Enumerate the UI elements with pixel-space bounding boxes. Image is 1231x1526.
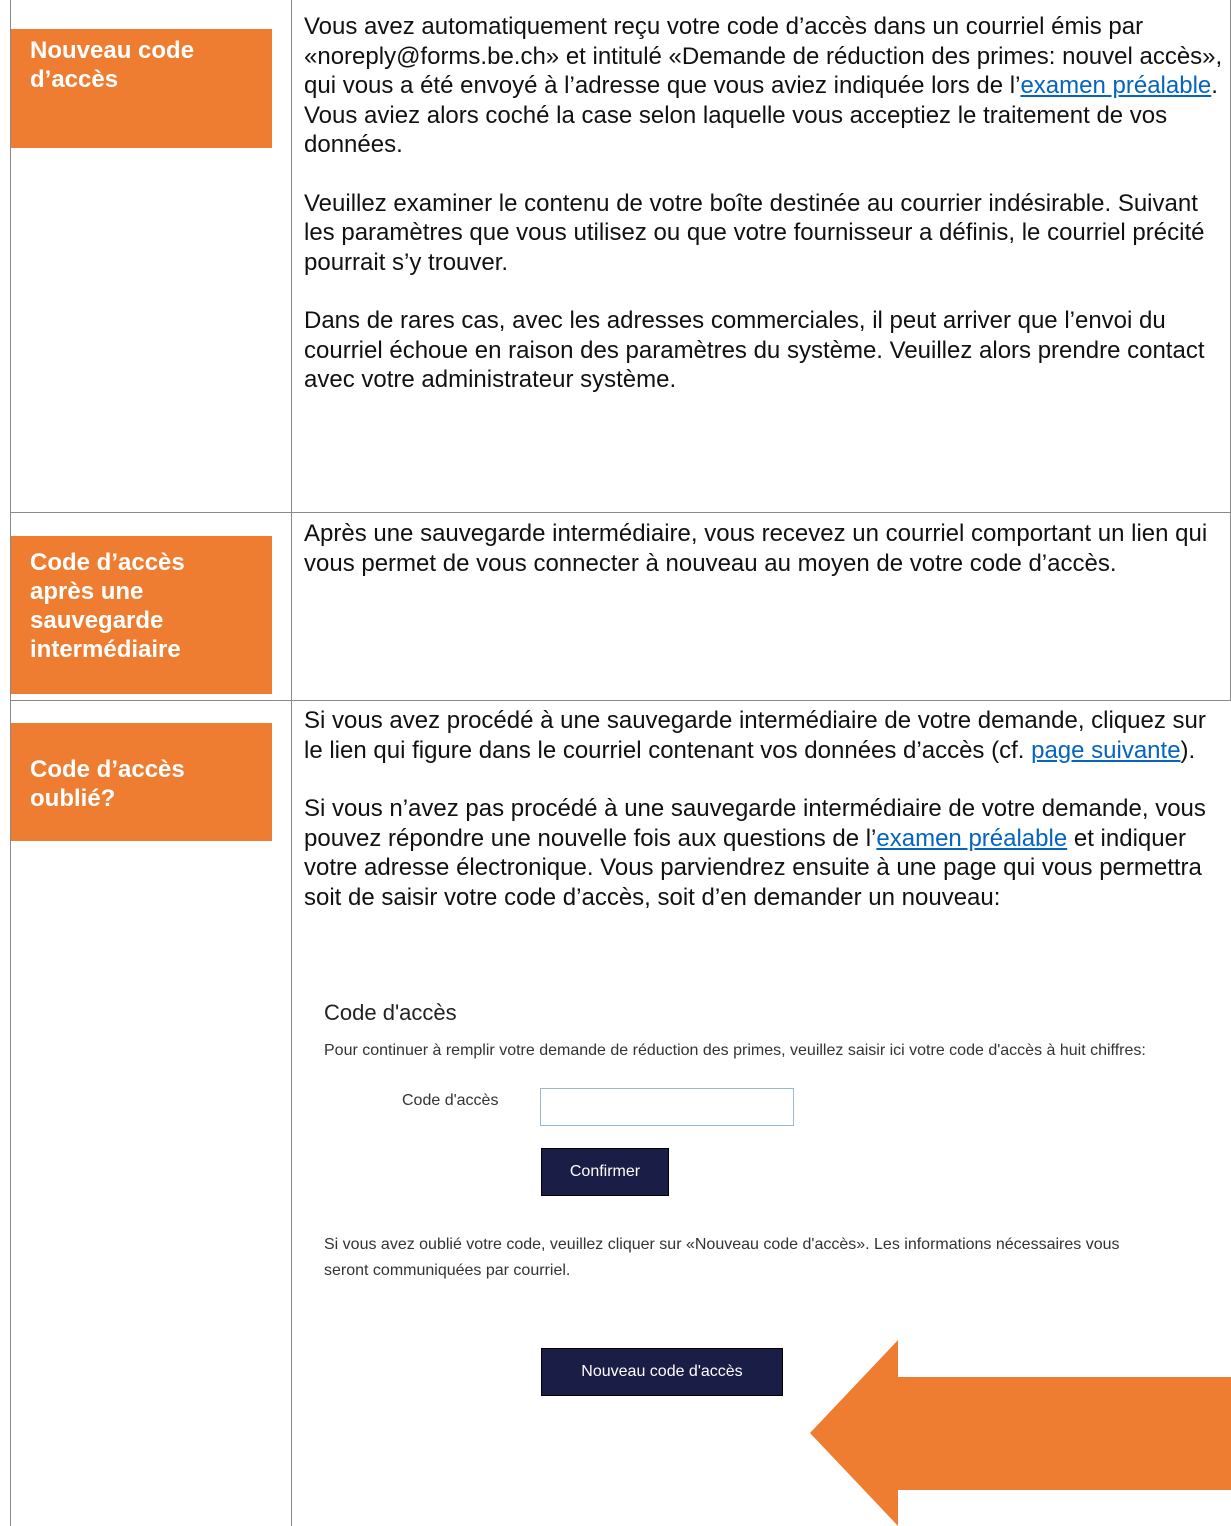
screenshot-title: Code d'accès bbox=[324, 1000, 457, 1025]
table-row-divider-1 bbox=[10, 512, 1231, 513]
row-label-oublie: Code d’accès oublié? bbox=[11, 723, 272, 841]
row-content-oublie: Si vous avez procédé à une sauvegarde in… bbox=[304, 706, 1224, 912]
row-label-text: Code d’accès après une sauvegarde interm… bbox=[30, 549, 185, 663]
paragraph: Vous avez automatiquement reçu votre cod… bbox=[304, 12, 1224, 160]
row-label-text: Code d’accès oublié? bbox=[30, 756, 185, 812]
access-code-input[interactable] bbox=[540, 1088, 794, 1126]
row-content-nouveau-code: Vous avez automatiquement reçu votre cod… bbox=[304, 12, 1224, 395]
confirm-button[interactable]: Confirmer bbox=[541, 1148, 669, 1196]
paragraph: Après une sauvegarde intermédiaire, vous… bbox=[304, 520, 1208, 577]
new-access-code-button[interactable]: Nouveau code d'accès bbox=[541, 1348, 783, 1396]
page-suivante-link[interactable]: page suivante bbox=[1031, 737, 1180, 764]
table-row-divider-2 bbox=[10, 700, 1231, 701]
screenshot-forgot-text: Si vous avez oublié votre code, veuillez… bbox=[324, 1236, 1120, 1279]
screenshot-intro: Pour continuer à remplir votre demande d… bbox=[324, 1042, 1146, 1059]
left-pointing-arrow-icon bbox=[810, 1340, 1231, 1526]
row-label-nouveau-code: Nouveau code d’accès bbox=[11, 29, 272, 148]
access-code-screenshot: Code d'accès Pour continuer à remplir vo… bbox=[324, 1000, 1224, 1320]
paragraph: Si vous n’avez pas procédé à une sauvega… bbox=[304, 794, 1224, 912]
row-content-sauvegarde: Après une sauvegarde intermédiaire, vous… bbox=[304, 519, 1224, 578]
row-label-text: Nouveau code d’accès bbox=[30, 37, 195, 93]
table-column-divider bbox=[291, 0, 292, 1526]
examen-prealable-link[interactable]: examen préalable bbox=[1020, 72, 1211, 99]
examen-prealable-link[interactable]: examen préalable bbox=[876, 825, 1067, 852]
paragraph: Veuillez examiner le contenu de votre bo… bbox=[304, 189, 1205, 276]
row-label-sauvegarde: Code d’accès après une sauvegarde interm… bbox=[11, 536, 272, 694]
access-code-label: Code d'accès bbox=[402, 1092, 499, 1109]
paragraph: Dans de rares cas, avec les adresses com… bbox=[304, 307, 1205, 393]
paragraph: Si vous avez procédé à une sauvegarde in… bbox=[304, 706, 1224, 765]
paragraph-text: ). bbox=[1180, 736, 1196, 764]
